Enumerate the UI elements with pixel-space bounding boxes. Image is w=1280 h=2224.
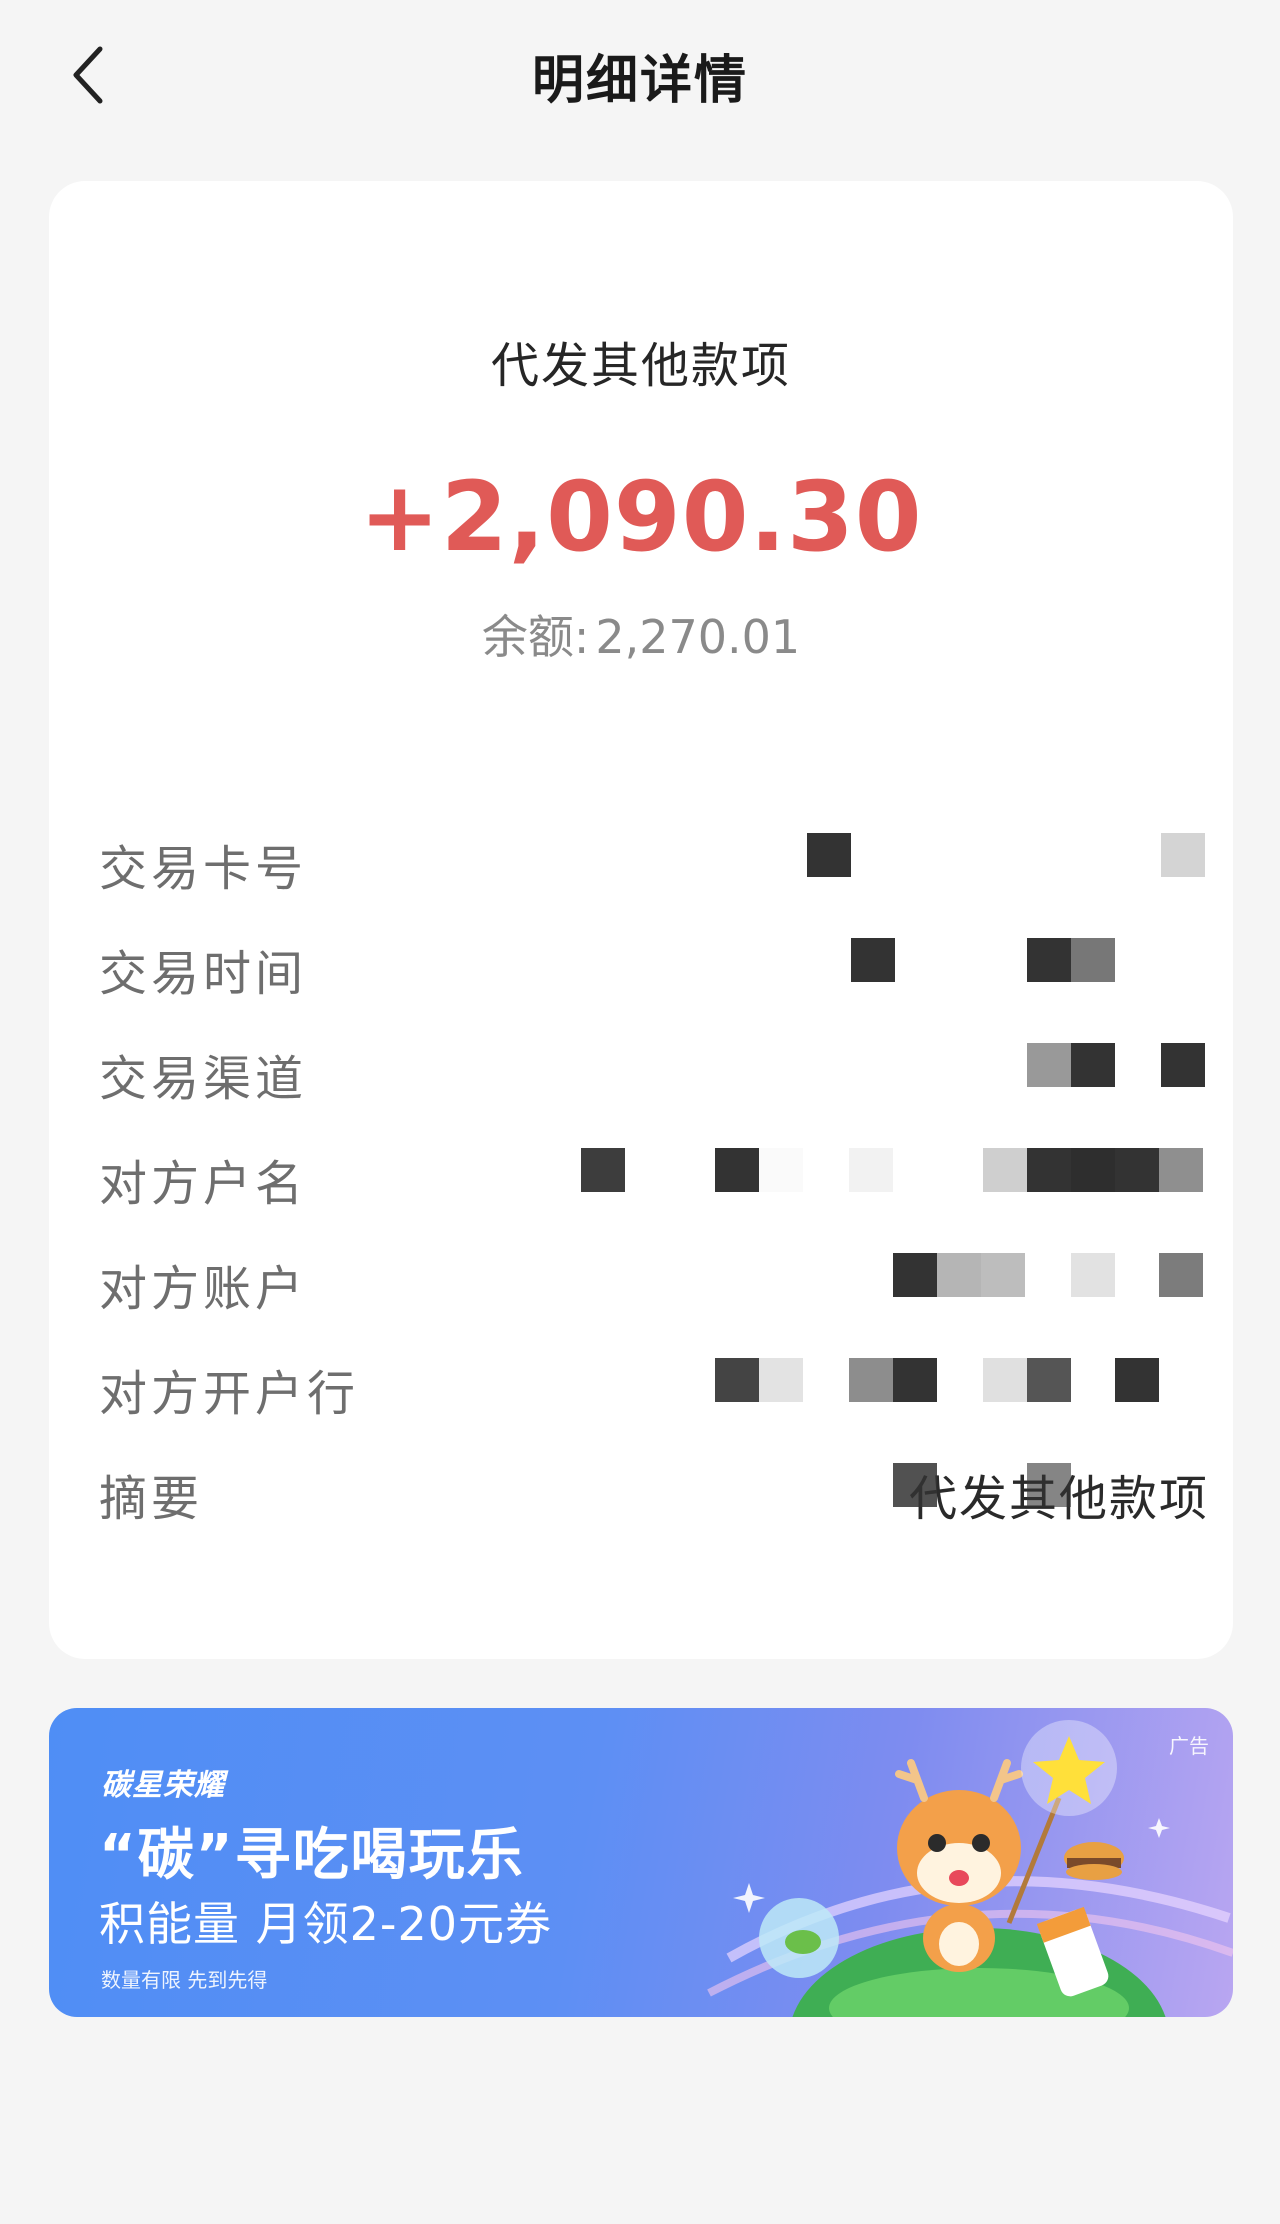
- transaction-detail-card: 代发其他款项 +2,090.30 余额: 2,270.01 交易卡号 交易时间 交…: [49, 181, 1233, 1659]
- redacted-value: [99, 1346, 1209, 1416]
- transaction-amount: +2,090.30: [359, 461, 923, 573]
- row-counterparty-bank: 对方开户行: [99, 1346, 1209, 1422]
- header: 明细详情: [0, 0, 1280, 150]
- row-card-number: 交易卡号: [99, 821, 1209, 897]
- balance-value: 2,270.01: [595, 610, 801, 664]
- row-counterparty-name: 对方户名: [99, 1136, 1209, 1212]
- ad-subline: 积能量 月领2-20元券: [99, 1897, 553, 1951]
- balance-text: 余额: 2,270.01: [49, 601, 1233, 667]
- page-title: 明细详情: [531, 51, 748, 111]
- redacted-value: [99, 1031, 1209, 1101]
- transaction-type: 代发其他款项: [490, 338, 791, 394]
- ad-brand: 碳星荣耀: [101, 1768, 225, 1803]
- promo-banner[interactable]: 广告 碳星荣耀 “碳”寻吃喝玩乐 积能量 月领2-20元券 数量有限 先到先得: [49, 1708, 1233, 2017]
- ad-headline: “碳”寻吃喝玩乐: [99, 1823, 525, 1888]
- row-transaction-channel: 交易渠道: [99, 1031, 1209, 1107]
- redacted-value: [99, 1241, 1209, 1311]
- redacted-value: [99, 821, 1209, 891]
- row-summary: 摘要 代发其他款项: [99, 1451, 1209, 1527]
- mascot-illustration: [707, 1720, 1233, 2017]
- ad-note: 数量有限 先到先得: [101, 1968, 268, 1992]
- row-transaction-time: 交易时间: [99, 926, 1209, 1002]
- redacted-value: [99, 926, 1209, 996]
- redacted-overlay: [99, 1451, 1209, 1521]
- redacted-value: [99, 1136, 1209, 1206]
- row-counterparty-account: 对方账户: [99, 1241, 1209, 1317]
- balance-label: 余额:: [481, 610, 590, 664]
